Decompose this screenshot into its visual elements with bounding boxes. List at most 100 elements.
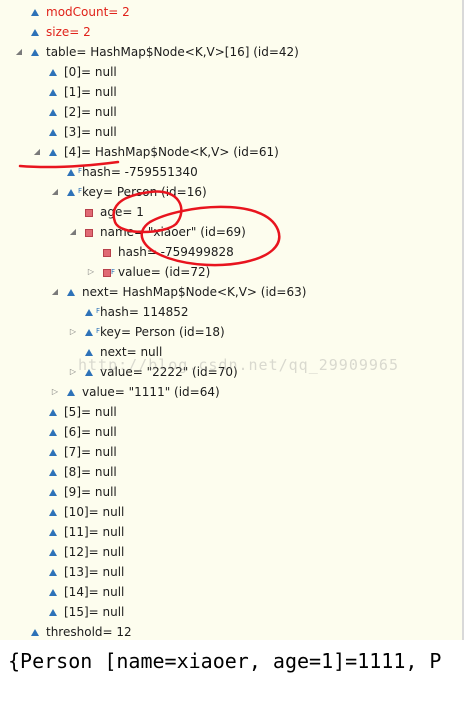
tree-row[interactable]: [2]= null bbox=[0, 102, 460, 122]
tree-row[interactable]: [12]= null bbox=[0, 542, 460, 562]
tree-row[interactable]: [13]= null bbox=[0, 562, 460, 582]
expand-arrow-icon[interactable]: ▷ bbox=[68, 367, 78, 377]
collapse-arrow-icon[interactable]: ◢ bbox=[50, 187, 60, 197]
tree-row[interactable]: next= null bbox=[0, 342, 460, 362]
tree-row[interactable]: Fhash= -759551340 bbox=[0, 162, 460, 182]
tree-row-label: [9]= null bbox=[64, 485, 117, 499]
field-icon bbox=[85, 369, 93, 376]
tree-row-label: hash= -759499828 bbox=[118, 245, 234, 259]
field-icon bbox=[31, 49, 39, 56]
field-icon bbox=[49, 489, 57, 496]
tree-row[interactable]: ▷ value= "1111" (id=64) bbox=[0, 382, 460, 402]
tree-row[interactable]: [0]= null bbox=[0, 62, 460, 82]
tree-row[interactable]: size= 2 bbox=[0, 22, 460, 42]
tree-row-label: threshold= 12 bbox=[46, 625, 132, 639]
tree-row-label: modCount= 2 bbox=[46, 5, 130, 19]
tree-row-label: [0]= null bbox=[64, 65, 117, 79]
tree-row-label: [14]= null bbox=[64, 585, 125, 599]
tree-row[interactable]: Fhash= 114852 bbox=[0, 302, 460, 322]
tree-row[interactable]: ▷ Fkey= Person (id=18) bbox=[0, 322, 460, 342]
tree-row[interactable]: [9]= null bbox=[0, 482, 460, 502]
tree-row-label: [1]= null bbox=[64, 85, 117, 99]
tree-row-label: [4]= HashMap$Node<K,V> (id=61) bbox=[64, 145, 279, 159]
tree-row-label: table= HashMap$Node<K,V>[16] (id=42) bbox=[46, 45, 299, 59]
tree-row[interactable]: [7]= null bbox=[0, 442, 460, 462]
private-field-icon bbox=[85, 209, 93, 217]
tree-row[interactable]: [6]= null bbox=[0, 422, 460, 442]
expand-arrow-icon[interactable]: ▷ bbox=[50, 387, 60, 397]
tree-row-label: [11]= null bbox=[64, 525, 125, 539]
field-icon bbox=[49, 529, 57, 536]
tree-row[interactable]: [14]= null bbox=[0, 582, 460, 602]
tree-row[interactable]: ◢ name= "xiaoer" (id=69) bbox=[0, 222, 460, 242]
field-icon bbox=[67, 389, 75, 396]
tree-row-label: [13]= null bbox=[64, 565, 125, 579]
private-field-icon bbox=[103, 249, 111, 257]
field-icon bbox=[49, 429, 57, 436]
tree-row[interactable]: threshold= 12 bbox=[0, 622, 460, 642]
field-icon bbox=[49, 469, 57, 476]
field-icon bbox=[85, 349, 93, 356]
collapse-arrow-icon[interactable]: ◢ bbox=[14, 47, 24, 57]
field-icon bbox=[49, 449, 57, 456]
variables-tree: modCount= 2 size= 2 ◢ table= HashMap$Node<K… bbox=[0, 0, 464, 640]
expand-arrow-icon[interactable]: ▷ bbox=[68, 327, 78, 337]
field-icon bbox=[67, 289, 75, 296]
tree-row[interactable]: age= 1 bbox=[0, 202, 460, 222]
tree-row[interactable]: ◢ Fkey= Person (id=16) bbox=[0, 182, 460, 202]
tree-row-label: [10]= null bbox=[64, 505, 125, 519]
collapse-arrow-icon[interactable]: ◢ bbox=[68, 227, 78, 237]
tree-row[interactable]: [15]= null bbox=[0, 602, 460, 622]
tree-row-label: [12]= null bbox=[64, 545, 125, 559]
final-field-icon: F bbox=[67, 187, 82, 196]
tree-row-label: [7]= null bbox=[64, 445, 117, 459]
tree-row-label: value= "2222" (id=70) bbox=[100, 365, 238, 379]
private-field-icon bbox=[85, 229, 93, 237]
field-icon bbox=[49, 509, 57, 516]
tree-row[interactable]: [3]= null bbox=[0, 122, 460, 142]
tree-row-label: [2]= null bbox=[64, 105, 117, 119]
console-output: {Person [name=xiaoer, age=1]=1111, P bbox=[8, 649, 442, 673]
tree-row-label: [3]= null bbox=[64, 125, 117, 139]
field-icon bbox=[31, 29, 39, 36]
tree-row[interactable]: ◢ [4]= HashMap$Node<K,V> (id=61) bbox=[0, 142, 460, 162]
tree-row-label: name= "xiaoer" (id=69) bbox=[100, 225, 246, 239]
tree-row-label: key= Person (id=16) bbox=[82, 185, 207, 199]
tree-row[interactable]: [10]= null bbox=[0, 502, 460, 522]
field-icon bbox=[49, 569, 57, 576]
tree-row[interactable]: [1]= null bbox=[0, 82, 460, 102]
tree-row[interactable]: ▷ value= "2222" (id=70) bbox=[0, 362, 460, 382]
tree-row[interactable]: [5]= null bbox=[0, 402, 460, 422]
console-panel: {Person [name=xiaoer, age=1]=1111, P bbox=[0, 640, 464, 710]
tree-row-label: key= Person (id=18) bbox=[100, 325, 225, 339]
tree-row[interactable]: modCount= 2 bbox=[0, 2, 460, 22]
final-field-icon: F bbox=[67, 167, 82, 176]
tree-row-label: [15]= null bbox=[64, 605, 125, 619]
tree-row[interactable]: ◢ table= HashMap$Node<K,V>[16] (id=42) bbox=[0, 42, 460, 62]
tree-row-label: value= (id=72) bbox=[118, 265, 211, 279]
field-icon bbox=[49, 69, 57, 76]
tree-row-label: [5]= null bbox=[64, 405, 117, 419]
field-icon bbox=[49, 149, 57, 156]
tree-row-label: next= null bbox=[100, 345, 163, 359]
field-icon bbox=[49, 609, 57, 616]
field-icon bbox=[49, 409, 57, 416]
field-icon bbox=[49, 89, 57, 96]
tree-row-label: next= HashMap$Node<K,V> (id=63) bbox=[82, 285, 307, 299]
tree-row-label: value= "1111" (id=64) bbox=[82, 385, 220, 399]
field-icon bbox=[31, 629, 39, 636]
tree-row[interactable]: ▷ Fvalue= (id=72) bbox=[0, 262, 460, 282]
collapse-arrow-icon[interactable]: ◢ bbox=[32, 147, 42, 157]
field-icon bbox=[31, 9, 39, 16]
field-icon bbox=[49, 109, 57, 116]
tree-row[interactable]: [11]= null bbox=[0, 522, 460, 542]
tree-row[interactable]: hash= -759499828 bbox=[0, 242, 460, 262]
tree-row[interactable]: [8]= null bbox=[0, 462, 460, 482]
field-icon bbox=[49, 549, 57, 556]
tree-row-label: hash= -759551340 bbox=[82, 165, 198, 179]
field-icon bbox=[49, 589, 57, 596]
collapse-arrow-icon[interactable]: ◢ bbox=[50, 287, 60, 297]
final-field-icon: F bbox=[85, 327, 100, 336]
expand-arrow-icon[interactable]: ▷ bbox=[86, 267, 96, 277]
tree-row[interactable]: ◢ next= HashMap$Node<K,V> (id=63) bbox=[0, 282, 460, 302]
